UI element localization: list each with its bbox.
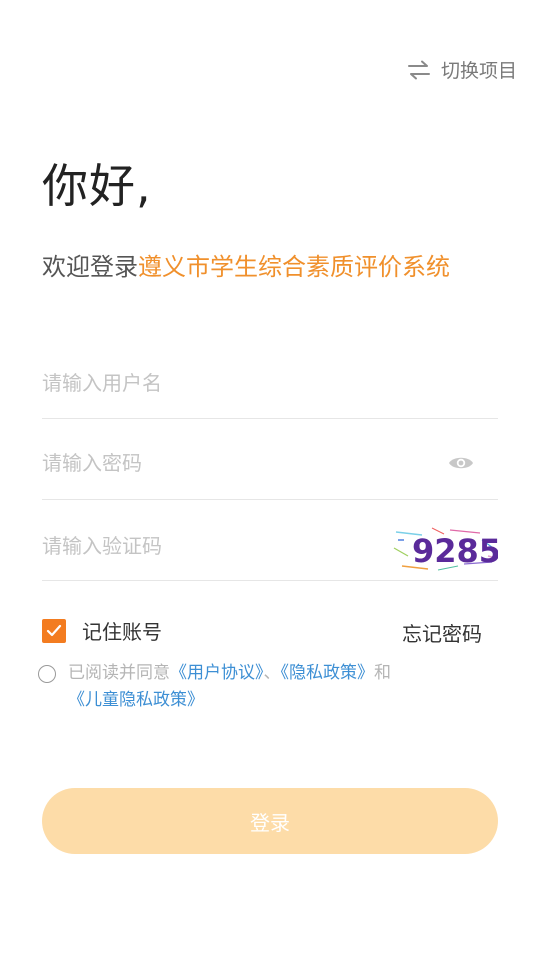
- forgot-password-link[interactable]: 忘记密码: [402, 618, 482, 647]
- switch-project-label: 切换项目: [440, 60, 517, 82]
- agreement-row: 已阅读并同意《用户协议》、《隐私政策》和《儿童隐私政策》: [38, 660, 524, 714]
- eye-icon[interactable]: [448, 454, 474, 476]
- password-field: [42, 443, 498, 500]
- agreement-text: 已阅读并同意《用户协议》、《隐私政策》和《儿童隐私政策》: [68, 660, 524, 714]
- child-privacy-policy-link[interactable]: 《儿童隐私政策》: [68, 690, 204, 710]
- username-input[interactable]: [42, 363, 498, 403]
- greeting-title: 你好,: [42, 159, 152, 213]
- remember-checkbox[interactable]: [42, 618, 66, 643]
- checkmark-icon: [46, 624, 62, 636]
- privacy-policy-link[interactable]: 《隐私政策》: [281, 663, 375, 683]
- captcha-field: 9285: [42, 526, 501, 581]
- user-agreement-link[interactable]: 《用户协议》: [170, 663, 264, 683]
- agreement-prefix: 已阅读并同意: [68, 663, 170, 683]
- login-button[interactable]: 登录: [42, 788, 498, 854]
- swap-arrows-icon: [407, 60, 431, 80]
- agreement-and: 和: [374, 663, 391, 683]
- captcha-char: 9285: [412, 532, 498, 570]
- welcome-prefix: 欢迎登录: [42, 253, 138, 281]
- remember-label: 记住账号: [82, 620, 162, 644]
- username-field: [42, 363, 498, 419]
- captcha-input[interactable]: [42, 526, 372, 566]
- remember-account: 记住账号: [42, 616, 162, 645]
- captcha-image[interactable]: 9285: [392, 526, 501, 572]
- password-input[interactable]: [42, 443, 422, 483]
- switch-project-button[interactable]: 切换项目: [407, 56, 517, 83]
- welcome-text: 欢迎登录遵义市学生综合素质评价系统: [42, 247, 450, 282]
- system-name: 遵义市学生综合素质评价系统: [138, 253, 450, 281]
- agreement-separator: 、: [263, 663, 281, 683]
- agreement-radio[interactable]: [38, 665, 56, 683]
